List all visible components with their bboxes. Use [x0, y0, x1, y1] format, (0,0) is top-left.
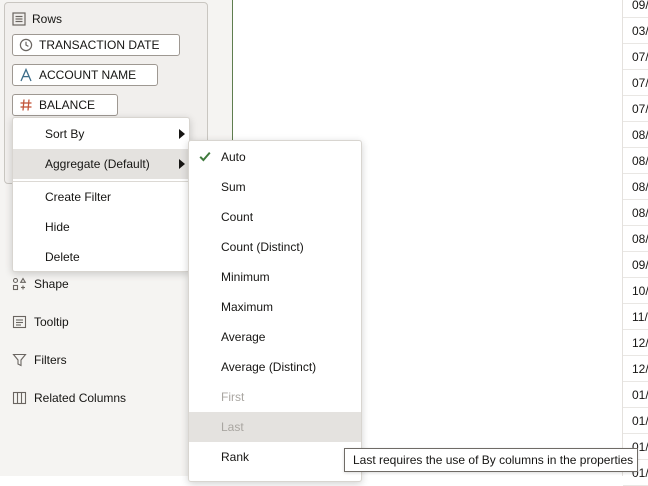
table-cell: 08/: [623, 148, 648, 174]
menu-item-label: Rank: [221, 450, 250, 464]
table-cell: 09/: [623, 252, 648, 278]
table-cell: 01/: [623, 408, 648, 434]
menu-item-create-filter[interactable]: Create Filter: [13, 182, 189, 212]
menu-item-hide[interactable]: Hide: [13, 212, 189, 242]
menu-item-average-distinct[interactable]: Average (Distinct): [189, 352, 361, 382]
table-cell: 08/: [623, 174, 648, 200]
chip-label: BALANCE: [39, 98, 96, 112]
menu-item-sort-by[interactable]: Sort By: [13, 119, 189, 149]
menu-item-auto[interactable]: Auto: [189, 142, 361, 172]
tooltip-icon: [12, 315, 27, 329]
menu-item-rank[interactable]: Rank: [189, 442, 361, 472]
menu-item-label: Delete: [45, 250, 80, 264]
menu-item-label: Aggregate (Default): [45, 157, 150, 171]
shape-icon: [12, 277, 27, 291]
table-cell: 10/: [623, 278, 648, 304]
side-item-tooltip[interactable]: Tooltip: [12, 312, 69, 332]
menu-item-minimum[interactable]: Minimum: [189, 262, 361, 292]
menu-item-count[interactable]: Count: [189, 202, 361, 232]
rows-header: Rows: [12, 10, 62, 28]
menu-item-label: Sort By: [45, 127, 85, 141]
submenu-arrow-icon: [179, 129, 185, 139]
chip-label: TRANSACTION DATE: [39, 38, 160, 52]
side-item-label: Tooltip: [34, 315, 69, 329]
menu-item-label: Auto: [221, 150, 246, 164]
table-cell: 07/: [623, 96, 648, 122]
menu-item-average[interactable]: Average: [189, 322, 361, 352]
row-chip-account-name[interactable]: ACCOUNT NAME: [12, 64, 158, 86]
menu-item-label: Average (Distinct): [221, 360, 317, 374]
chip-label: ACCOUNT NAME: [39, 68, 137, 82]
table-cell: 08/: [623, 200, 648, 226]
column-context-menu: Sort By Aggregate (Default) Create Filte…: [12, 117, 190, 272]
check-icon: [199, 151, 211, 162]
data-table-column: 09/ 03/ 07/ 07/ 07/ 08/ 08/ 08/ 08/ 08/ …: [622, 0, 648, 486]
rows-icon: [12, 12, 26, 26]
side-item-label: Filters: [34, 353, 67, 367]
table-cell: 01/: [623, 382, 648, 408]
table-cell: 11/: [623, 304, 648, 330]
table-cell: 08/: [623, 226, 648, 252]
menu-item-label: Hide: [45, 220, 70, 234]
side-item-related-columns[interactable]: Related Columns: [12, 388, 126, 408]
side-item-filters[interactable]: Filters: [12, 350, 67, 370]
submenu-arrow-icon: [179, 159, 185, 169]
menu-item-label: Maximum: [221, 300, 274, 314]
row-chip-balance[interactable]: BALANCE: [12, 94, 118, 116]
filter-icon: [12, 353, 27, 367]
menu-item-maximum[interactable]: Maximum: [189, 292, 361, 322]
menu-item-aggregate[interactable]: Aggregate (Default): [13, 149, 189, 179]
side-item-shape[interactable]: Shape: [12, 274, 69, 294]
menu-item-label: Create Filter: [45, 190, 112, 204]
menu-item-last: Last: [189, 412, 361, 442]
menu-item-first: First: [189, 382, 361, 412]
menu-item-count-distinct[interactable]: Count (Distinct): [189, 232, 361, 262]
table-cell: 07/: [623, 70, 648, 96]
side-item-label: Shape: [34, 277, 69, 291]
menu-item-label: Count (Distinct): [221, 240, 304, 254]
rows-title: Rows: [32, 12, 63, 26]
menu-item-label: Minimum: [221, 270, 270, 284]
table-cell: 08/: [623, 122, 648, 148]
menu-item-label: Sum: [221, 180, 246, 194]
table-cell: 03/: [623, 18, 648, 44]
clock-icon: [19, 38, 33, 52]
table-cell: 09/: [623, 0, 648, 18]
menu-item-label: Count: [221, 210, 254, 224]
table-cell: 12/: [623, 356, 648, 382]
aggregate-submenu: Auto Sum Count Count (Distinct) Minimum …: [188, 140, 362, 482]
menu-item-sum[interactable]: Sum: [189, 172, 361, 202]
menu-item-label: Last: [221, 420, 244, 434]
row-chip-transaction-date[interactable]: TRANSACTION DATE: [12, 34, 180, 56]
table-cell: 12/: [623, 330, 648, 356]
table-cell: 07/: [623, 44, 648, 70]
text-type-icon: [19, 68, 33, 82]
columns-icon: [12, 391, 27, 405]
menu-item-delete[interactable]: Delete: [13, 242, 189, 272]
side-item-label: Related Columns: [34, 391, 127, 405]
menu-item-label: First: [221, 390, 245, 404]
last-tooltip: Last requires the use of By columns in t…: [344, 448, 638, 472]
menu-item-label: Average: [221, 330, 266, 344]
hash-icon: [19, 98, 33, 112]
